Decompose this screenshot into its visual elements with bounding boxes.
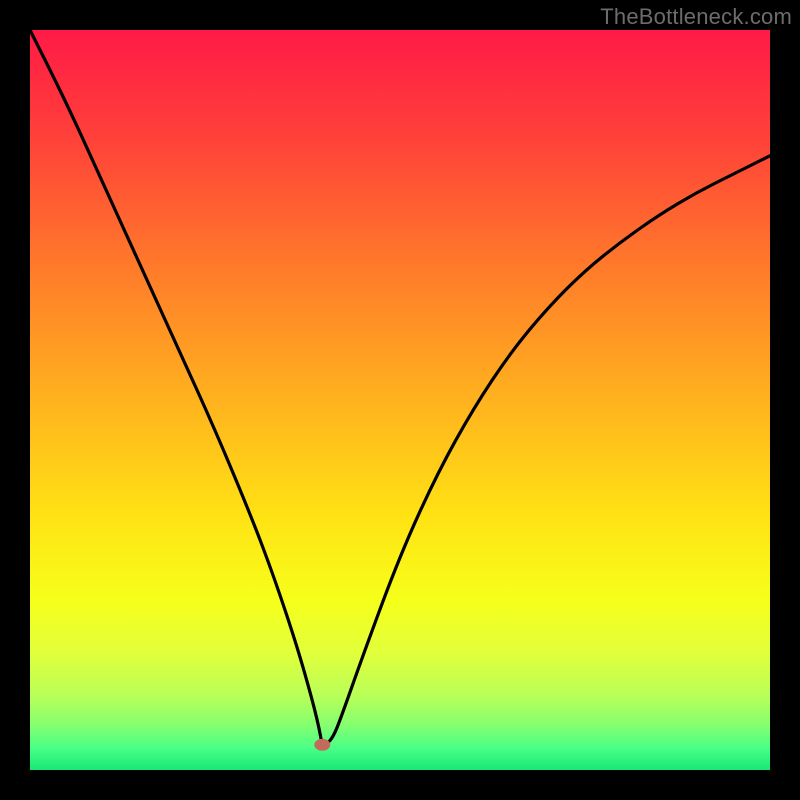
chart-svg [30, 30, 770, 770]
chart-frame: TheBottleneck.com [0, 0, 800, 800]
optimal-marker [314, 739, 330, 751]
plot-area [30, 30, 770, 770]
watermark-text: TheBottleneck.com [600, 4, 792, 30]
gradient-background [30, 30, 770, 770]
